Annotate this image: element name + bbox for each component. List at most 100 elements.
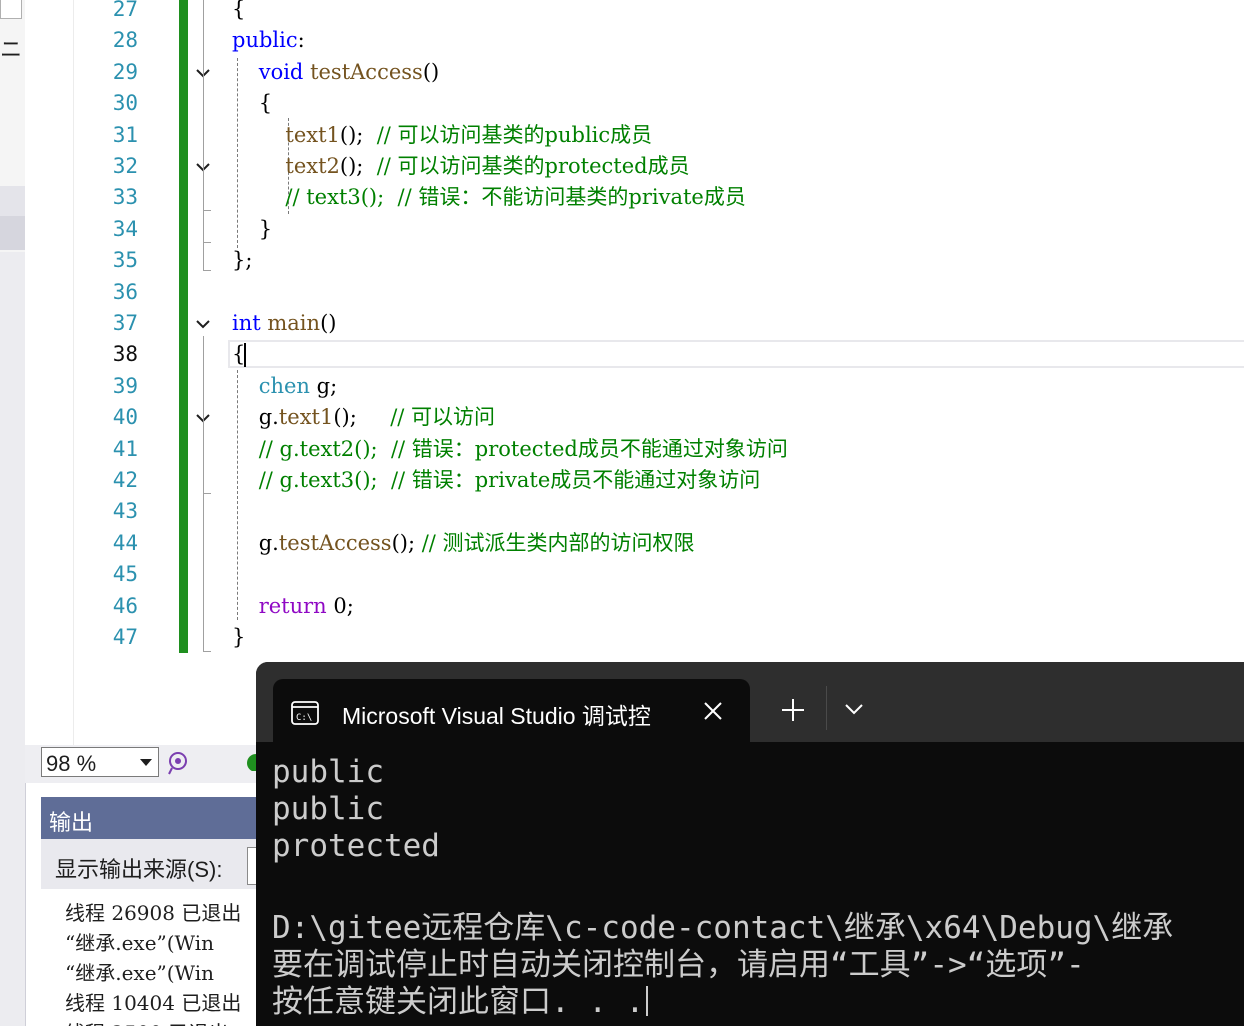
output-text[interactable]: 线程 26908 已退出 “继承.exe”(Win “继承.exe”(Win 线程 1… (41, 889, 256, 1026)
line-number: 44 (112, 530, 138, 555)
code-line[interactable]: text2(); // 可以访问基类的protected成员 (232, 152, 689, 180)
console-line-text: 按任意键关闭此窗口. . . (272, 984, 645, 1020)
line-number: 45 (112, 562, 138, 587)
code-line[interactable]: text1(); // 可以访问基类的public成员 (232, 121, 652, 149)
code-line[interactable]: { (232, 89, 272, 117)
console-icon: C:\ (291, 701, 319, 725)
line-number: 38 (112, 342, 138, 367)
code-token: { (232, 91, 273, 116)
code-line[interactable]: void testAccess() (232, 58, 440, 86)
code-line[interactable]: }; (232, 246, 252, 274)
code-editor[interactable]: 27 28 29 30 31 32 33 34 35 36 37 38 39 40 41 42 43 44 45 46… (74, 0, 1244, 745)
code-health-icon[interactable] (166, 750, 192, 776)
code-token: text1 (285, 122, 340, 147)
console-line: public (272, 791, 384, 827)
line-number: 31 (112, 122, 138, 147)
code-line[interactable]: g.text1(); // 可以访问 (232, 403, 495, 431)
line-number: 47 (112, 625, 138, 649)
output-line: 线程 26908 已退出 (65, 901, 242, 925)
console-line: protected (272, 828, 440, 864)
line-number: 34 (112, 216, 138, 241)
line-number: 30 (112, 91, 138, 116)
code-token: } (232, 216, 273, 241)
line-number: 46 (112, 593, 138, 618)
code-token: (); (391, 530, 422, 555)
text-caret (244, 343, 246, 367)
console-line-text: protected (272, 828, 440, 864)
left-panel-clipped-text: ニ 1 (0, 37, 25, 62)
code-line[interactable]: return 0; (232, 592, 354, 620)
code-token: (); (333, 405, 391, 430)
code-token: void (258, 59, 304, 84)
code-line[interactable]: chen g; (232, 372, 337, 400)
code-token: return (258, 593, 327, 618)
svg-text:C:\: C:\ (296, 713, 312, 723)
code-token: testAccess (278, 530, 392, 555)
code-token: // text3(); // 错误：不能访问基类的private成员 (285, 185, 746, 210)
code-token: chen (258, 373, 310, 398)
line-number: 40 (112, 405, 138, 430)
zoom-value: 98 % (46, 751, 97, 776)
outline-line (203, 0, 204, 270)
line-number: 39 (112, 373, 138, 398)
output-line: 线程 2500 已退出 (65, 1017, 229, 1026)
chevron-down-icon[interactable] (842, 699, 866, 719)
close-tab-icon[interactable] (699, 697, 727, 725)
code-line[interactable]: int main() (232, 309, 336, 337)
code-token: int (232, 311, 261, 335)
dropdown-arrow-icon (140, 759, 152, 766)
code-token: }; (232, 248, 253, 273)
output-source-row: 显示输出来源(S): (41, 839, 269, 889)
output-source-label: 显示输出来源(S): (55, 857, 223, 882)
code-token: } (232, 625, 246, 649)
new-tab-icon[interactable] (778, 695, 808, 725)
code-token: 0; (326, 593, 354, 618)
line-number: 33 (112, 185, 138, 210)
code-token: text1 (278, 405, 334, 430)
code-line[interactable]: // text3(); // 错误：不能访问基类的private成员 (232, 183, 746, 211)
code-line[interactable]: } (232, 215, 272, 243)
console-line-text: public (272, 754, 384, 790)
line-number: 42 (112, 468, 138, 492)
code-token: main (267, 311, 321, 335)
outline-tick (203, 493, 211, 494)
console-tab[interactable]: C:\ Microsoft Visual Studio 调试控 (273, 679, 750, 742)
console-tab-title: Microsoft Visual Studio 调试控 (342, 703, 651, 729)
output-title: 输出 (49, 810, 94, 835)
code-line[interactable]: // g.text2(); // 错误：protected成员不能通过对象访问 (232, 435, 788, 463)
console-cursor (646, 986, 649, 1016)
code-line[interactable]: { (232, 0, 245, 23)
code-token: () (320, 311, 337, 335)
line-number: 41 (112, 436, 138, 461)
output-panel: 输出 显示输出来源(S): 线程 26908 已退出 “继承.exe”(Win “继… (41, 797, 269, 1026)
code-line[interactable]: } (232, 623, 245, 651)
code-token: // 测试派生类内部的访问权限 (421, 530, 695, 555)
line-number: 35 (112, 248, 138, 273)
code-line[interactable]: // g.text3(); // 错误：private成员不能通过对象访问 (232, 466, 761, 494)
left-panel-box[interactable] (0, 0, 22, 19)
left-panel-selected-band[interactable] (0, 216, 25, 250)
current-line-highlight (228, 340, 1244, 368)
code-line[interactable]: g.testAccess(); // 测试派生类内部的访问权限 (232, 529, 695, 557)
output-line: “继承.exe”(Win (65, 931, 215, 955)
editor-margin (25, 0, 74, 745)
code-token: g. (232, 405, 279, 430)
line-number: 36 (112, 279, 138, 304)
fold-chevron-icon[interactable] (194, 315, 212, 333)
code-token: // g.text2(); // 错误：protected成员不能通过对象访问 (258, 436, 788, 461)
code-token: g; (309, 373, 338, 398)
output-header[interactable]: 输出 (41, 797, 256, 839)
zoom-dropdown[interactable]: 98 % (41, 747, 159, 777)
code-line[interactable]: public: (232, 26, 305, 54)
code-token: // 可以访问基类的public成员 (376, 122, 653, 147)
line-number: 32 (112, 154, 138, 178)
line-number: 27 (112, 0, 138, 21)
line-number: 43 (112, 499, 138, 524)
code-token: text2 (285, 154, 340, 178)
code-token: g. (232, 530, 279, 555)
debug-console-window[interactable]: C:\ Microsoft Visual Studio 调试控 public pu… (256, 662, 1244, 1026)
output-line: “继承.exe”(Win (65, 961, 215, 985)
